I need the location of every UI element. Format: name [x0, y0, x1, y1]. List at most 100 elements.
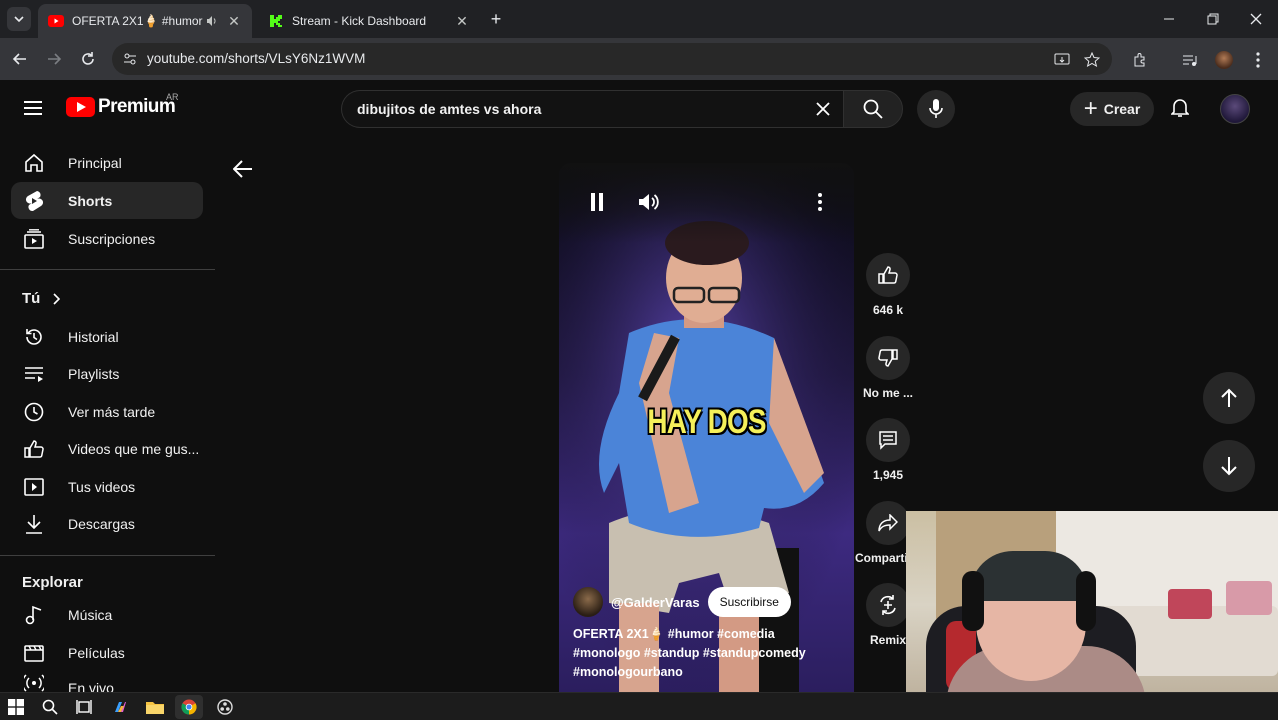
sidebar-item-en-vivo[interactable]: En vivo	[11, 671, 203, 692]
windows-taskbar	[0, 692, 1278, 720]
create-button[interactable]: + Crear	[1070, 92, 1154, 126]
close-window-icon[interactable]	[1245, 8, 1267, 30]
webcam-headset	[962, 571, 984, 631]
caption-line: #monologourbano	[573, 665, 683, 679]
clear-search-icon[interactable]	[813, 99, 833, 119]
extensions-icon[interactable]	[1130, 50, 1150, 70]
obs-icon[interactable]	[215, 697, 235, 717]
browser-menu-icon[interactable]	[1248, 50, 1268, 70]
taskbar-search-icon[interactable]	[40, 697, 60, 717]
copilot-icon[interactable]	[110, 697, 130, 717]
site-info-icon[interactable]	[122, 51, 138, 67]
sidebar: Principal Shorts Suscripciones Tú Histor…	[0, 136, 228, 692]
install-app-icon[interactable]	[1053, 51, 1071, 69]
remix-button[interactable]	[866, 583, 910, 627]
shorts-video-player[interactable]: HAY DOS @GalderVaras Suscribirse OFERTA …	[559, 163, 854, 692]
channel-avatar[interactable]	[573, 587, 603, 617]
more-options-icon[interactable]	[808, 190, 832, 214]
sidebar-item-label: Descargas	[68, 515, 135, 532]
file-explorer-icon[interactable]	[145, 697, 165, 717]
comment-count: 1,945	[872, 468, 904, 482]
movies-icon	[22, 641, 46, 665]
logo-text: Premium	[98, 96, 176, 117]
account-avatar[interactable]	[1220, 94, 1250, 124]
url-text: youtube.com/shorts/VLsY6Nz1WVM	[147, 51, 366, 66]
dislike-button[interactable]	[866, 336, 910, 380]
windows-start-icon[interactable]	[6, 697, 26, 717]
chrome-taskbar-icon[interactable]	[175, 695, 203, 719]
address-bar[interactable]: youtube.com/shorts/VLsY6Nz1WVM	[112, 43, 1112, 75]
comments-button[interactable]	[866, 418, 910, 462]
tab-audio-icon[interactable]	[204, 13, 220, 29]
browser-tab-youtube[interactable]: OFERTA 2X1🍦 #humor #co ✕	[38, 4, 252, 38]
search-button[interactable]	[843, 90, 903, 128]
like-button[interactable]	[866, 253, 910, 297]
sidebar-divider	[0, 269, 215, 270]
subscribe-button[interactable]: Suscribirse	[707, 587, 791, 617]
your-videos-icon	[22, 475, 46, 499]
youtube-premium-logo[interactable]: Premium AR	[66, 92, 179, 118]
new-tab-button[interactable]: +	[486, 9, 506, 29]
live-icon	[22, 671, 46, 692]
youtube-favicon-icon	[48, 13, 64, 29]
sidebar-item-ver-mas-tarde[interactable]: Ver más tarde	[11, 393, 203, 430]
sidebar-item-label: En vivo	[68, 680, 114, 692]
media-control-icon[interactable]	[1180, 50, 1200, 70]
sidebar-item-label: Historial	[68, 328, 119, 345]
comment-icon	[879, 431, 897, 450]
hamburger-menu-icon[interactable]	[20, 96, 46, 120]
share-button[interactable]	[866, 501, 910, 545]
tab-close-icon[interactable]: ✕	[226, 13, 242, 29]
caption-line: OFERTA 2X1🍦 #humor #comedia	[573, 627, 775, 641]
sidebar-item-musica[interactable]: Música	[11, 596, 203, 633]
youtube-header: Premium AR dibujitos de amtes vs ahora +…	[0, 80, 1278, 136]
tab-close-icon[interactable]: ✕	[454, 13, 470, 29]
sidebar-item-suscripciones[interactable]: Suscripciones	[11, 220, 203, 257]
back-icon[interactable]	[8, 47, 32, 71]
sidebar-item-principal[interactable]: Principal	[11, 144, 203, 181]
sidebar-item-label: Videos que me gus...	[68, 440, 200, 457]
history-icon	[22, 325, 46, 349]
previous-short-button[interactable]	[1203, 372, 1255, 424]
sidebar-item-playlists[interactable]: Playlists	[11, 355, 203, 392]
back-arrow-icon[interactable]	[230, 156, 256, 182]
restore-icon[interactable]	[1202, 8, 1224, 30]
channel-name[interactable]: @GalderVaras	[611, 595, 700, 610]
sidebar-item-peliculas[interactable]: Películas	[11, 634, 203, 671]
voice-search-button[interactable]	[917, 90, 955, 128]
reload-icon[interactable]	[76, 47, 100, 71]
volume-icon[interactable]	[637, 190, 661, 214]
pause-icon[interactable]	[585, 190, 609, 214]
youtube-play-icon	[66, 97, 95, 117]
sidebar-item-historial[interactable]: Historial	[11, 318, 203, 355]
webcam-person-cap	[970, 551, 1088, 601]
sidebar-you-heading[interactable]: Tú	[22, 290, 61, 307]
sidebar-item-label: Ver más tarde	[68, 403, 156, 420]
video-caption[interactable]: OFERTA 2X1🍦 #humor #comedia #monologo #s…	[573, 625, 843, 682]
webcam-pillow	[1168, 589, 1212, 619]
sidebar-item-descargas[interactable]: Descargas	[11, 505, 203, 542]
country-code: AR	[166, 92, 179, 102]
sidebar-item-tus-videos[interactable]: Tus videos	[11, 468, 203, 505]
sidebar-item-label: Películas	[68, 644, 125, 661]
tab-title: OFERTA 2X1🍦 #humor #co	[72, 14, 204, 28]
bookmark-star-icon[interactable]	[1083, 51, 1101, 69]
home-icon	[22, 151, 46, 175]
notifications-bell-icon[interactable]	[1168, 96, 1192, 120]
thumbs-up-icon	[878, 266, 898, 284]
browser-tab-kick[interactable]: Stream - Kick Dashboard ✕	[258, 4, 480, 38]
tab-search-button[interactable]	[7, 7, 31, 31]
search-icon	[863, 99, 883, 119]
forward-icon[interactable]	[42, 47, 66, 71]
task-view-icon[interactable]	[74, 697, 94, 717]
sidebar-item-label: Principal	[68, 154, 122, 171]
search-input[interactable]: dibujitos de amtes vs ahora	[341, 90, 843, 128]
minimize-icon[interactable]	[1158, 8, 1180, 30]
tab-title: Stream - Kick Dashboard	[292, 14, 427, 28]
comments-action: 1,945	[855, 418, 921, 482]
thumbs-down-icon	[878, 349, 898, 367]
next-short-button[interactable]	[1203, 440, 1255, 492]
profile-avatar[interactable]	[1214, 50, 1234, 70]
sidebar-item-videos-que-me-gustan[interactable]: Videos que me gus...	[11, 430, 203, 467]
sidebar-item-shorts[interactable]: Shorts	[11, 182, 203, 219]
